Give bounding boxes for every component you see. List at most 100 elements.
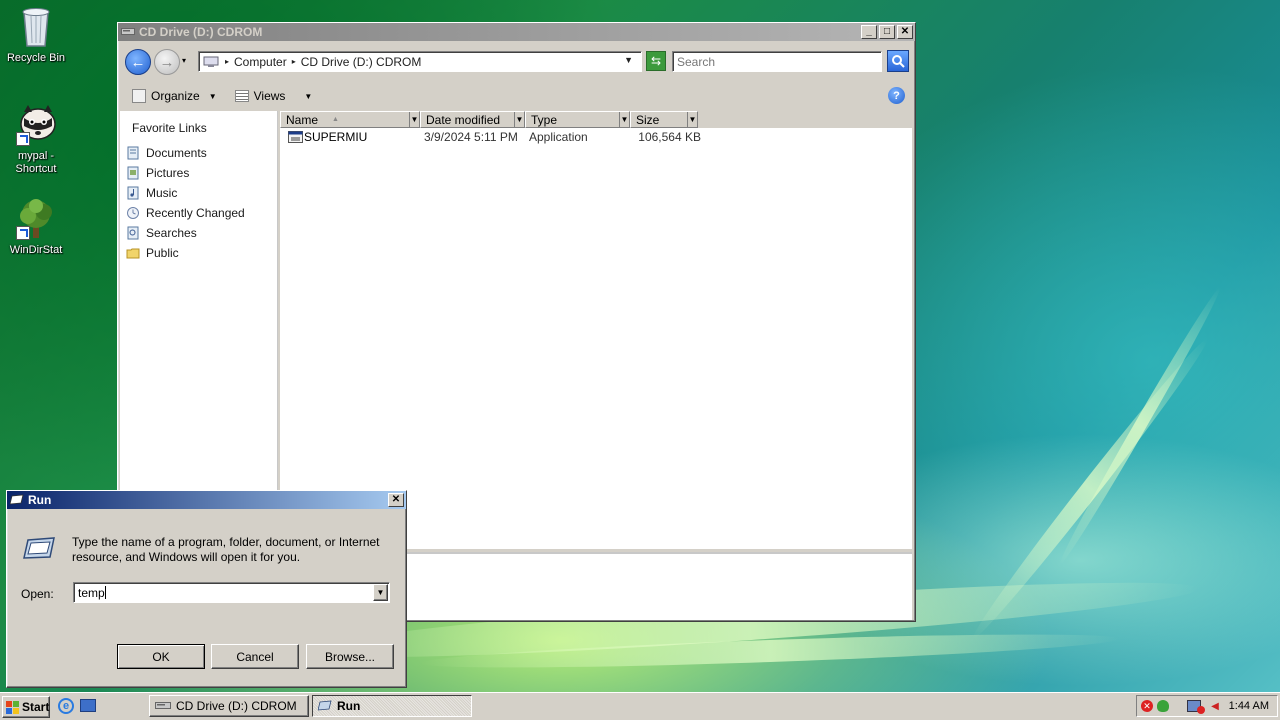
public-folder-icon	[126, 248, 140, 259]
back-button[interactable]: ←	[125, 49, 151, 75]
open-dropdown-button[interactable]: ▼	[373, 584, 388, 601]
taskbar: Start e CD Drive (D:) CDROM Run ✕ ◀ 1:44…	[0, 692, 1280, 720]
cd-drive-icon	[155, 699, 171, 714]
clock[interactable]: 1:44 AM	[1229, 700, 1269, 712]
organize-label: Organize	[151, 89, 200, 103]
refresh-button[interactable]: ⇆	[646, 51, 666, 71]
organize-button[interactable]: Organize ▼	[126, 89, 223, 103]
close-button[interactable]: ✕	[388, 493, 404, 507]
taskbar-button-cd-drive[interactable]: CD Drive (D:) CDROM	[149, 695, 309, 717]
windows-logo-icon	[6, 700, 19, 714]
taskbar-button-run[interactable]: Run	[312, 695, 472, 717]
address-dropdown-icon[interactable]: ▼	[624, 55, 633, 65]
favorite-link-documents[interactable]: Documents	[120, 143, 277, 163]
wallpaper-streak	[419, 627, 1121, 675]
run-description: Type the name of a program, folder, docu…	[72, 535, 380, 564]
favorite-link-public[interactable]: Public	[120, 243, 277, 263]
desktop-icon-label: mypal - Shortcut	[15, 150, 57, 175]
file-list[interactable]: Name ▲ ▼ Date modified ▼ Type ▼ Size ▼ S…	[280, 111, 912, 549]
close-button[interactable]: ✕	[897, 25, 913, 39]
address-bar[interactable]: ▸ Computer ▸ CD Drive (D:) CDROM ▼	[198, 51, 642, 72]
desktop-icon-label: WinDirStat	[9, 244, 63, 256]
desktop-icon-windirstat[interactable]: WinDirStat	[0, 196, 72, 257]
minimize-button[interactable]: _	[861, 25, 877, 39]
forward-button[interactable]: →	[154, 49, 180, 75]
views-icon	[234, 90, 249, 102]
ok-button[interactable]: OK	[117, 644, 205, 669]
start-label: Start	[22, 700, 50, 714]
search-button[interactable]	[887, 50, 909, 72]
volume-muted-icon[interactable]: ◀	[1209, 700, 1221, 712]
organize-icon	[132, 89, 146, 103]
file-date-modified: 3/9/2024 5:11 PM	[424, 129, 518, 144]
column-headers: Name ▲ ▼ Date modified ▼ Type ▼ Size ▼	[280, 111, 912, 128]
column-filter-dropdown-icon[interactable]: ▼	[619, 112, 629, 127]
maximize-button[interactable]: □	[879, 25, 895, 39]
breadcrumb-computer[interactable]: Computer	[234, 55, 287, 69]
file-type: Application	[529, 129, 588, 144]
wallpaper-streak	[1054, 284, 1226, 568]
views-button[interactable]: Views ▼	[229, 89, 319, 103]
text-caret	[104, 586, 106, 599]
run-title-icon	[10, 493, 24, 508]
search-icon	[892, 55, 905, 68]
column-filter-dropdown-icon[interactable]: ▼	[687, 112, 697, 127]
help-icon[interactable]: ?	[888, 87, 905, 104]
cancel-button[interactable]: Cancel	[211, 644, 299, 669]
security-alert-icon[interactable]: ✕	[1141, 700, 1153, 712]
desktop-icon-recycle-bin[interactable]: Recycle Bin	[0, 4, 72, 65]
run-title-icon	[317, 699, 332, 714]
internet-explorer-quicklaunch-icon[interactable]: e	[58, 698, 74, 714]
shortcut-arrow-icon	[16, 226, 30, 240]
navigation-pane: Favorite Links Documents Pictures Music …	[120, 111, 278, 491]
open-label: Open:	[21, 587, 54, 601]
favorite-links-heading: Favorite Links	[132, 121, 207, 135]
browse-button[interactable]: Browse...	[306, 644, 394, 669]
pictures-icon	[127, 166, 139, 180]
run-program-icon	[23, 537, 55, 562]
desktop-icon-mypal-shortcut[interactable]: mypal - Shortcut	[0, 102, 72, 176]
run-dialog[interactable]: Run ✕ Type the name of a program, folder…	[6, 490, 407, 688]
network-disconnected-icon[interactable]	[1187, 700, 1205, 714]
documents-icon	[127, 146, 139, 160]
recycle-bin-icon	[14, 4, 58, 48]
cd-drive-icon	[121, 25, 135, 40]
column-header-name[interactable]: Name ▲ ▼	[280, 111, 420, 128]
explorer-title-text: CD Drive (D:) CDROM	[139, 25, 263, 39]
chevron-down-icon: ▼	[208, 91, 217, 101]
column-filter-dropdown-icon[interactable]: ▼	[409, 112, 419, 127]
chevron-down-icon: ▼	[304, 91, 313, 101]
mypal-raccoon-icon	[14, 102, 58, 146]
file-row[interactable]: SUPERMIU 3/9/2024 5:11 PM Application 10…	[280, 128, 912, 145]
file-size: 106,564 KB	[638, 129, 701, 144]
show-desktop-quicklaunch-icon[interactable]	[80, 699, 96, 712]
search-input[interactable]: Search	[672, 51, 882, 72]
breadcrumb-separator-icon: ▸	[225, 57, 230, 66]
run-title-text: Run	[28, 493, 52, 507]
favorite-link-music[interactable]: Music	[120, 183, 277, 203]
recently-changed-icon	[127, 207, 139, 219]
column-filter-dropdown-icon[interactable]: ▼	[514, 112, 524, 127]
views-label: Views	[253, 89, 286, 103]
command-toolbar: Organize ▼ Views ▼ ?	[122, 83, 911, 109]
column-header-size[interactable]: Size ▼	[630, 111, 698, 128]
searches-icon	[127, 226, 139, 240]
open-input[interactable]: temp ▼	[73, 582, 390, 603]
column-header-type[interactable]: Type ▼	[525, 111, 630, 128]
start-button[interactable]: Start	[2, 696, 50, 718]
sort-ascending-icon: ▲	[332, 116, 339, 123]
breadcrumb-cd-drive[interactable]: CD Drive (D:) CDROM	[301, 55, 422, 69]
favorite-link-pictures[interactable]: Pictures	[120, 163, 277, 183]
computer-icon	[203, 56, 219, 68]
favorite-link-recently-changed[interactable]: Recently Changed	[120, 203, 277, 223]
run-titlebar[interactable]: Run ✕	[7, 491, 406, 509]
breadcrumb-separator-icon: ▸	[291, 57, 296, 66]
column-header-date-modified[interactable]: Date modified ▼	[420, 111, 525, 128]
shield-icon[interactable]	[1157, 700, 1169, 712]
system-tray: ✕ ◀ 1:44 AM	[1136, 695, 1278, 717]
recent-pages-chevron-icon[interactable]: ▾	[182, 56, 186, 65]
music-icon	[127, 186, 139, 200]
shortcut-arrow-icon	[16, 132, 30, 146]
favorite-link-searches[interactable]: Searches	[120, 223, 277, 243]
explorer-titlebar[interactable]: CD Drive (D:) CDROM _ □ ✕	[118, 23, 915, 41]
